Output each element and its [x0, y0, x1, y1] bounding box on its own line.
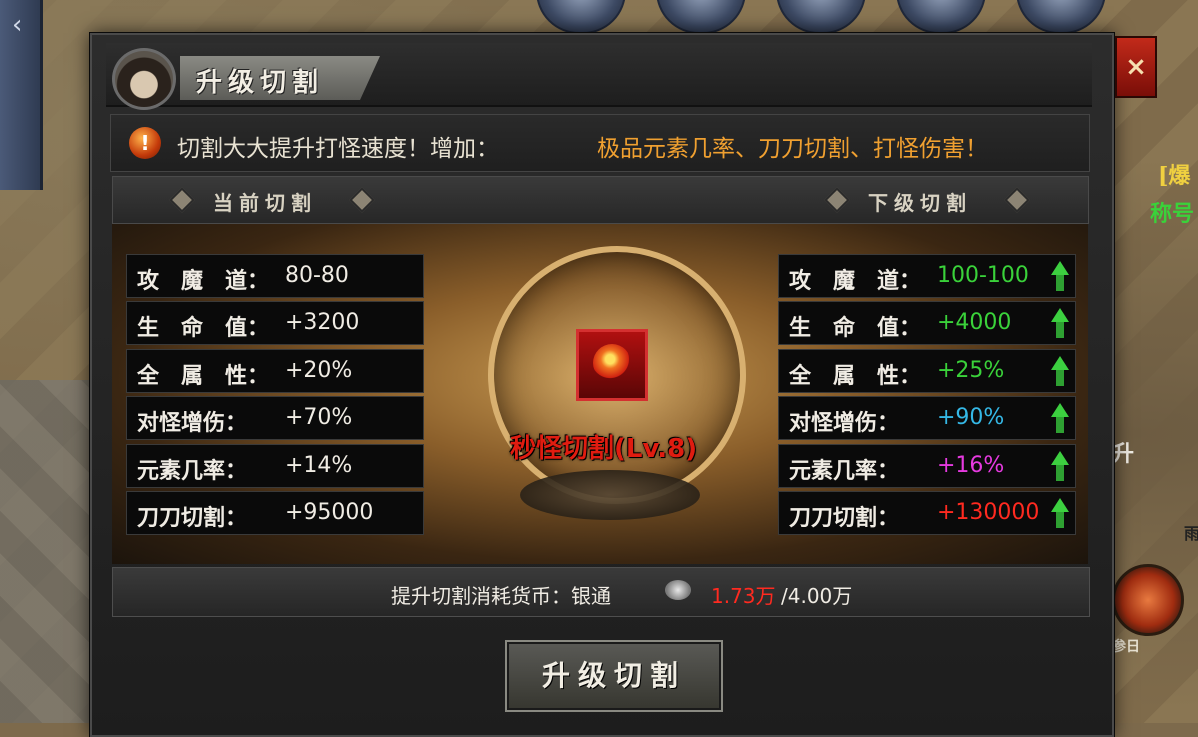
stat-value: 100-100	[937, 263, 1029, 288]
stat-value: 80-80	[285, 263, 349, 288]
notice-text: 切割大大提升打怪速度！增加：	[177, 136, 499, 162]
current-header-label: 当前切割	[213, 191, 317, 215]
stat-value: +70%	[285, 405, 353, 431]
next-header-label: 下级切割	[868, 191, 972, 215]
stat-value: +95000	[285, 500, 374, 525]
hud-text-1: [爆	[1158, 163, 1191, 189]
next-header: 下级切割	[512, 176, 1089, 224]
stat-label: 生 命 值：	[137, 315, 270, 342]
hud-text-2: 称号	[1150, 201, 1195, 227]
current-stat-row: 刀刀切割： +95000	[126, 491, 424, 535]
upgrade-button[interactable]: 升级切割	[505, 640, 723, 712]
next-stat-row: 元素几率： +16%	[778, 443, 1076, 488]
item-slot[interactable]	[576, 329, 648, 401]
cost-bar: 提升切割消耗货币：银通 1.73万 /4.00万	[112, 567, 1090, 617]
stat-label: 元素几率：	[789, 457, 900, 484]
stat-value: +16%	[937, 452, 1005, 478]
stat-label: 全 属 性：	[137, 362, 270, 389]
close-button[interactable]: ×	[1115, 36, 1157, 98]
cost-label: 提升切割消耗货币：银通	[391, 584, 611, 608]
cost-current: 1.73万	[711, 584, 776, 608]
side-collapse-tab[interactable]: ‹	[0, 0, 43, 190]
stat-value: +3200	[285, 310, 360, 336]
flower-icon	[593, 344, 631, 382]
stat-label: 刀刀切割：	[789, 505, 900, 531]
stat-label: 刀刀切割：	[137, 505, 248, 531]
stat-value: +4000	[937, 310, 1012, 336]
stat-value: +90%	[937, 405, 1005, 431]
ornament-wings	[520, 470, 700, 520]
current-stat-row: 攻 魔 道： 80-80	[126, 254, 424, 298]
current-header: 当前切割	[112, 176, 514, 224]
arrow-up-icon	[1051, 308, 1069, 339]
next-stat-row: 刀刀切割： +130000	[778, 491, 1076, 535]
panel-title: 升级切割	[196, 68, 325, 98]
stat-label: 对怪增伤：	[137, 410, 248, 437]
item-name: 秒怪切割(Lv.8)	[510, 434, 698, 464]
stat-value: +25%	[937, 357, 1005, 383]
arrow-up-icon	[1051, 261, 1069, 291]
diamond-icon	[824, 187, 850, 213]
stat-label: 对怪增伤：	[789, 410, 900, 437]
stat-label: 全 属 性：	[789, 362, 922, 389]
stat-value: +130000	[937, 500, 1040, 525]
next-stat-row: 全 属 性： +25%	[778, 348, 1076, 393]
ground-tiles	[0, 380, 100, 723]
arrow-up-icon	[1051, 498, 1069, 528]
arrow-up-icon	[1051, 403, 1069, 434]
current-stat-row: 生 命 值： +3200	[126, 301, 424, 346]
next-stat-row: 攻 魔 道： 100-100	[778, 254, 1076, 298]
current-stat-row: 全 属 性： +20%	[126, 348, 424, 393]
stat-label: 元素几率：	[137, 457, 248, 484]
current-stat-row: 元素几率： +14%	[126, 443, 424, 488]
hud-text-4: 雨	[1184, 524, 1198, 543]
character-avatar	[112, 48, 176, 110]
hud-text-5: 参日	[1112, 639, 1140, 655]
cost-total: /4.00万	[781, 584, 853, 608]
warning-icon: !	[129, 127, 161, 159]
arrow-up-icon	[1051, 450, 1069, 481]
diamond-icon	[169, 187, 195, 213]
silver-coin-icon	[665, 580, 691, 600]
stat-label: 生 命 值：	[789, 315, 922, 342]
stat-label: 攻 魔 道：	[789, 268, 922, 294]
current-stat-row: 对怪增伤： +70%	[126, 396, 424, 441]
stat-label: 攻 魔 道：	[137, 268, 270, 294]
stat-value: +20%	[285, 357, 353, 383]
next-stat-row: 对怪增伤： +90%	[778, 396, 1076, 441]
diamond-icon	[349, 187, 375, 213]
hud-action-orb[interactable]	[1112, 564, 1184, 636]
diamond-icon	[1004, 187, 1030, 213]
notice-bar: ! 切割大大提升打怪速度！增加： 极品元素几率、刀刀切割、打怪伤害！	[110, 114, 1090, 172]
notice-highlight: 极品元素几率、刀刀切割、打怪伤害！	[597, 136, 988, 162]
chevron-left-icon: ‹	[12, 10, 23, 40]
stat-value: +14%	[285, 452, 353, 478]
arrow-up-icon	[1051, 355, 1069, 386]
hud-text-3: 升	[1112, 441, 1135, 467]
next-stat-row: 生 命 值： +4000	[778, 301, 1076, 346]
